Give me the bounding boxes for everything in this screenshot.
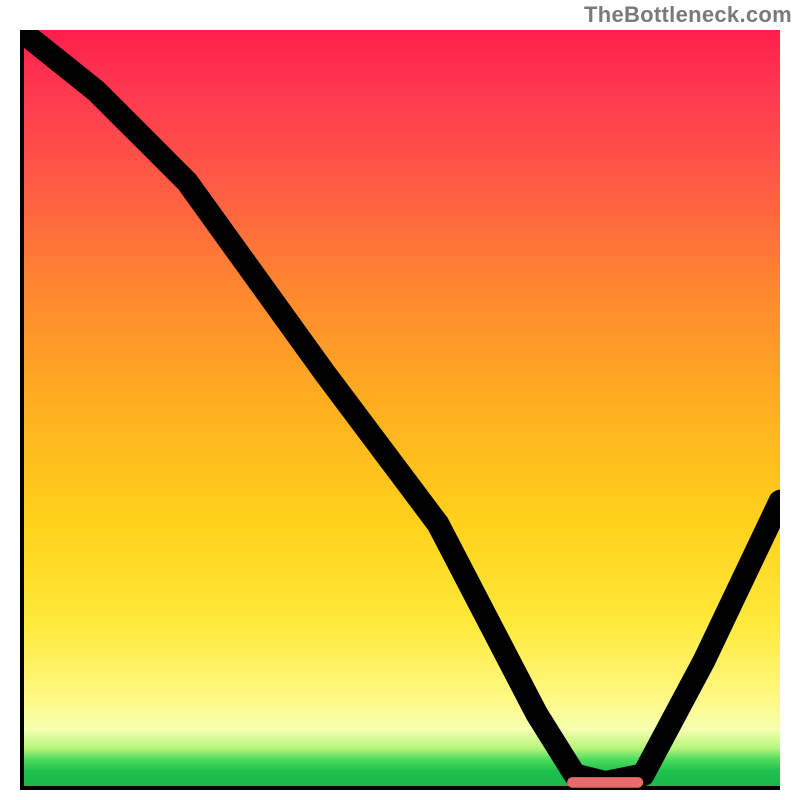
x-axis <box>20 786 780 790</box>
watermark-text: TheBottleneck.com <box>584 2 792 28</box>
y-axis <box>20 30 24 790</box>
gradient-background <box>20 30 780 790</box>
chart-stage: TheBottleneck.com <box>0 0 800 800</box>
plot-area <box>20 30 780 790</box>
